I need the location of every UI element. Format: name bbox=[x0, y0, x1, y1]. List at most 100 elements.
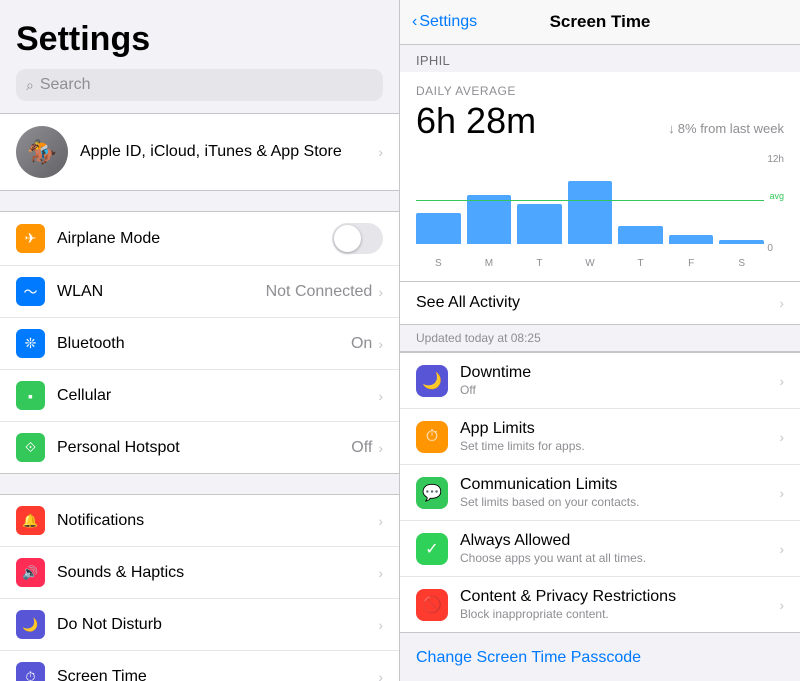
settings-row-wlan[interactable]: 〜WLANNot Connected› bbox=[0, 266, 399, 318]
bar-3 bbox=[568, 181, 613, 244]
sounds-icon: 🔊 bbox=[16, 558, 45, 587]
settings-row-cellular[interactable]: ▪Cellular› bbox=[0, 370, 399, 422]
bar-2 bbox=[517, 204, 562, 245]
app-limits-text: App LimitsSet time limits for apps. bbox=[460, 420, 779, 453]
feature-section: 🌙DowntimeOff›⏱App LimitsSet time limits … bbox=[400, 352, 800, 633]
notifications-label: Notifications bbox=[57, 512, 378, 530]
settings-section-1: ✈Airplane Mode〜WLANNot Connected›❊Blueto… bbox=[0, 211, 399, 474]
bar-wrapper-6 bbox=[719, 240, 764, 245]
left-panel: Settings ⌕ Search 🏇 Apple ID, iCloud, iT… bbox=[0, 0, 400, 681]
search-icon: ⌕ bbox=[26, 77, 34, 94]
wlan-label: WLAN bbox=[57, 283, 266, 301]
communication-limits-title: Communication Limits bbox=[460, 476, 779, 494]
x-label-6: S bbox=[719, 258, 764, 269]
back-label: Settings bbox=[419, 13, 477, 31]
settings-title: Settings bbox=[0, 0, 399, 69]
back-chevron-icon: ‹ bbox=[412, 13, 417, 31]
bar-4 bbox=[618, 226, 663, 244]
change-text: 8% from last week bbox=[678, 121, 784, 136]
daily-average-time: 6h 28m bbox=[416, 100, 536, 142]
right-panel: ‹ Settings Screen Time IPHIL Daily Avera… bbox=[400, 0, 800, 681]
week-change: ↓ 8% from last week bbox=[668, 121, 784, 136]
daily-average-row: 6h 28m ↓ 8% from last week bbox=[416, 100, 784, 142]
downtime-text: DowntimeOff bbox=[460, 364, 779, 397]
feature-row-app-limits[interactable]: ⏱ App LimitsSet time limits for apps.› bbox=[400, 409, 800, 465]
hotspot-chevron: › bbox=[378, 440, 383, 456]
feature-row-downtime[interactable]: 🌙 DowntimeOff› bbox=[400, 353, 800, 409]
content-privacy-chevron: › bbox=[779, 597, 784, 613]
cellular-label: Cellular bbox=[57, 387, 378, 405]
x-label-5: F bbox=[669, 258, 714, 269]
feature-row-communication-limits[interactable]: 💬Communication LimitsSet limits based on… bbox=[400, 465, 800, 521]
y-max-label: 12h bbox=[767, 154, 784, 165]
app-limits-title: App Limits bbox=[460, 420, 779, 438]
airplane-mode-toggle[interactable] bbox=[332, 223, 383, 254]
downtime-icon: 🌙 bbox=[416, 365, 448, 397]
bar-1 bbox=[467, 195, 512, 245]
donotdisturb-icon: 🌙 bbox=[16, 610, 45, 639]
wlan-chevron: › bbox=[378, 284, 383, 300]
chart-container: avg 12h 0 bbox=[416, 154, 784, 254]
content-privacy-subtitle: Block inappropriate content. bbox=[460, 607, 779, 621]
bluetooth-chevron: › bbox=[378, 336, 383, 352]
wlan-value: Not Connected bbox=[266, 283, 373, 301]
bluetooth-icon: ❊ bbox=[16, 329, 45, 358]
hotspot-label: Personal Hotspot bbox=[57, 439, 351, 457]
settings-row-donotdisturb[interactable]: 🌙 Do Not Disturb› bbox=[0, 599, 399, 651]
screentime-icon: ⏱ bbox=[16, 662, 45, 681]
settings-row-screentime[interactable]: ⏱Screen Time› bbox=[0, 651, 399, 681]
always-allowed-subtitle: Choose apps you want at all times. bbox=[460, 551, 779, 565]
airplane-mode-icon: ✈ bbox=[16, 224, 45, 253]
hotspot-value: Off bbox=[351, 439, 372, 457]
profile-row[interactable]: 🏇 Apple ID, iCloud, iTunes & App Store › bbox=[0, 113, 399, 191]
profile-chevron: › bbox=[378, 144, 383, 160]
passcode-link[interactable]: Change Screen Time Passcode bbox=[416, 649, 641, 666]
see-all-section: See All Activity › bbox=[400, 281, 800, 325]
settings-row-bluetooth[interactable]: ❊BluetoothOn› bbox=[0, 318, 399, 370]
nav-title: Screen Time bbox=[550, 12, 651, 32]
see-all-chevron: › bbox=[779, 295, 784, 311]
communication-limits-subtitle: Set limits based on your contacts. bbox=[460, 495, 779, 509]
avg-line bbox=[416, 200, 764, 201]
bar-wrapper-4 bbox=[618, 226, 663, 244]
settings-row-airplane-mode[interactable]: ✈ Airplane Mode bbox=[0, 212, 399, 266]
content-privacy-icon: 🚫 bbox=[416, 589, 448, 621]
donotdisturb-chevron: › bbox=[378, 617, 383, 633]
see-all-label: See All Activity bbox=[416, 294, 779, 312]
downtime-chevron: › bbox=[779, 373, 784, 389]
feature-row-always-allowed[interactable]: ✓Always AllowedChoose apps you want at a… bbox=[400, 521, 800, 577]
right-content: IPHIL Daily Average 6h 28m ↓ 8% from las… bbox=[400, 45, 800, 681]
chart-y-labels: 12h 0 bbox=[767, 154, 784, 254]
daily-average-section: Daily Average 6h 28m ↓ 8% from last week bbox=[400, 72, 800, 154]
hotspot-icon: ⟐ bbox=[16, 433, 45, 462]
sounds-chevron: › bbox=[378, 565, 383, 581]
updated-bar: Updated today at 08:25 bbox=[400, 325, 800, 352]
app-limits-chevron: › bbox=[779, 429, 784, 445]
feature-row-content-privacy[interactable]: 🚫 Content & Privacy RestrictionsBlock ina… bbox=[400, 577, 800, 632]
bluetooth-value: On bbox=[351, 335, 372, 353]
chart-area: avg 12h 0 SMTWTFS bbox=[400, 154, 800, 281]
app-limits-subtitle: Set time limits for apps. bbox=[460, 439, 779, 453]
settings-row-sounds[interactable]: 🔊 Sounds & Haptics› bbox=[0, 547, 399, 599]
downtime-title: Downtime bbox=[460, 364, 779, 382]
sounds-label: Sounds & Haptics bbox=[57, 564, 378, 582]
settings-section-2: 🔔Notifications›🔊Sounds & Haptics›🌙Do Not… bbox=[0, 494, 399, 681]
settings-row-hotspot[interactable]: ⟐ Personal HotspotOff › bbox=[0, 422, 399, 473]
notifications-icon: 🔔 bbox=[16, 506, 45, 535]
search-bar[interactable]: ⌕ Search bbox=[16, 69, 383, 101]
x-label-2: T bbox=[517, 258, 562, 269]
bar-wrapper-0 bbox=[416, 213, 461, 245]
notifications-chevron: › bbox=[378, 513, 383, 529]
content-privacy-title: Content & Privacy Restrictions bbox=[460, 588, 779, 606]
settings-row-notifications[interactable]: 🔔 Notifications› bbox=[0, 495, 399, 547]
bar-wrapper-3 bbox=[568, 181, 613, 244]
app-limits-icon: ⏱ bbox=[416, 421, 448, 453]
airplane-mode-label: Airplane Mode bbox=[57, 230, 332, 248]
donotdisturb-label: Do Not Disturb bbox=[57, 616, 378, 634]
see-all-row[interactable]: See All Activity › bbox=[400, 282, 800, 324]
downtime-subtitle: Off bbox=[460, 383, 779, 397]
nav-back-button[interactable]: ‹ Settings bbox=[412, 13, 477, 31]
communication-limits-text: Communication LimitsSet limits based on … bbox=[460, 476, 779, 509]
avatar: 🏇 bbox=[16, 126, 68, 178]
passcode-section: Change Screen Time Passcode bbox=[400, 633, 800, 681]
